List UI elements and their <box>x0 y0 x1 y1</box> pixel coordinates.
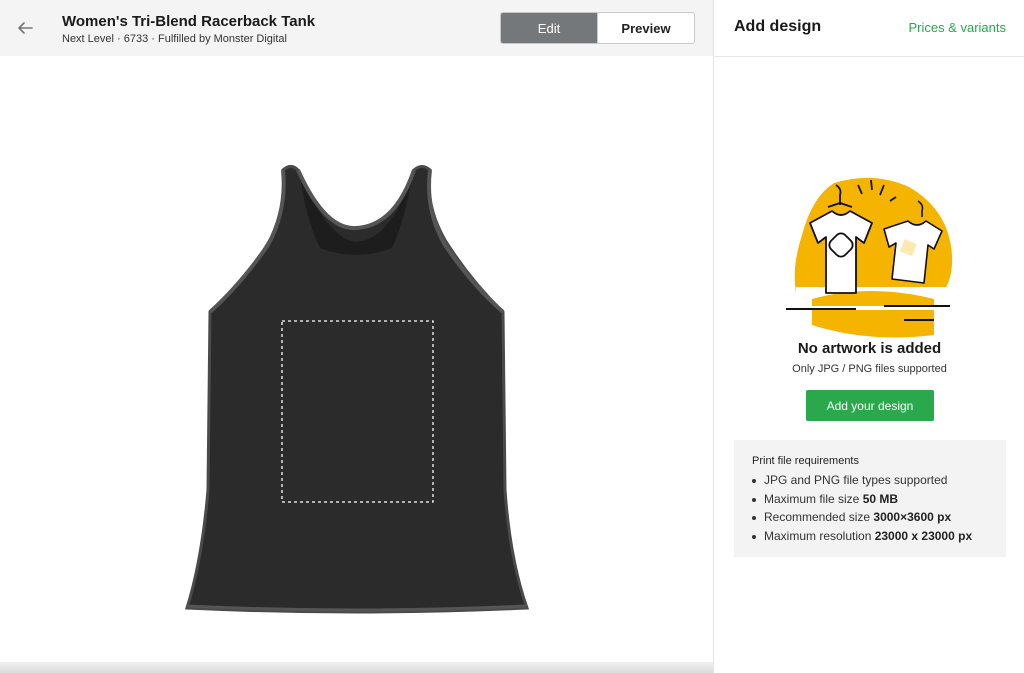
add-design-button[interactable]: Add your design <box>806 390 934 421</box>
tank-mockup <box>184 165 530 614</box>
requirement-item: Maximum resolution 23000 x 23000 px <box>752 527 1006 546</box>
design-canvas <box>0 56 713 662</box>
preview-mode-button[interactable]: Preview <box>597 13 694 43</box>
requirement-item: JPG and PNG file types supported <box>752 471 1006 490</box>
editor-pane: Women's Tri-Blend Racerback Tank Next Le… <box>0 0 713 673</box>
empty-state-title: No artwork is added <box>797 340 942 357</box>
print-requirements-box: Print file requirements JPG and PNG file… <box>734 440 1006 557</box>
panel-header: Add design Prices & variants <box>714 0 1024 57</box>
no-artwork-illustration <box>784 177 954 338</box>
requirement-item: Recommended size 3000×3600 px <box>752 508 1006 527</box>
editor-header: Women's Tri-Blend Racerback Tank Next Le… <box>0 0 713 56</box>
panel-title: Add design <box>734 18 822 35</box>
back-arrow-icon[interactable] <box>14 17 36 39</box>
edit-mode-button[interactable]: Edit <box>501 13 597 43</box>
mode-switch: Edit Preview <box>500 12 695 44</box>
requirements-title: Print file requirements <box>752 455 859 467</box>
empty-state-subtitle: Only JPG / PNG files supported <box>792 363 947 375</box>
requirements-list: JPG and PNG file types supported Maximum… <box>752 471 1006 546</box>
product-title: Women's Tri-Blend Racerback Tank <box>62 13 316 30</box>
requirement-item: Maximum file size 50 MB <box>752 490 1006 509</box>
tank-body <box>184 165 530 614</box>
editor-footer-shade <box>0 662 713 673</box>
prices-variants-link[interactable]: Prices & variants <box>908 20 1006 35</box>
add-design-panel: Add design Prices & variants No artwork … <box>713 0 1024 673</box>
app-window: Women's Tri-Blend Racerback Tank Next Le… <box>0 0 1024 673</box>
product-meta: Next Level · 6733 · Fulfilled by Monster… <box>62 33 287 45</box>
